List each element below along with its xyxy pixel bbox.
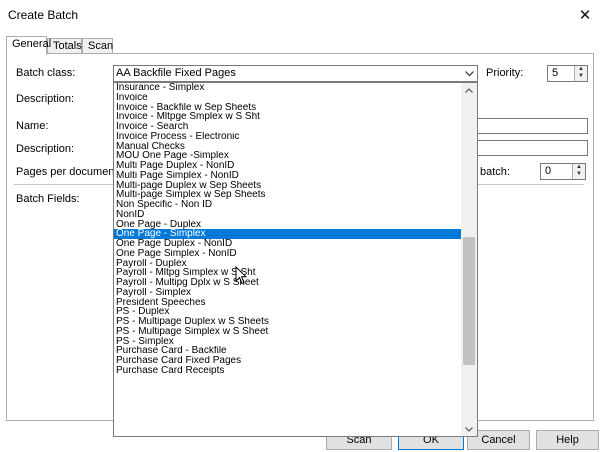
dropdown-item[interactable]: MOU One Page -Simplex xyxy=(114,151,462,161)
dropdown-item[interactable]: Purchase Card Receipts xyxy=(114,366,462,376)
dropdown-item[interactable]: Payroll - Duplex xyxy=(114,259,462,269)
description-label-2: Description: xyxy=(16,143,75,155)
batch-label: batch: xyxy=(480,166,510,178)
dropdown-item[interactable]: Payroll - Multipg Dplx w S Sheet xyxy=(114,278,462,288)
spin-up-icon[interactable]: ▲ xyxy=(575,66,587,73)
dropdown-item[interactable]: Invoice Process - Electronic xyxy=(114,132,462,142)
close-icon: ✕ xyxy=(578,7,592,24)
dropdown-item[interactable]: PS - Duplex xyxy=(114,307,462,317)
priority-spinner[interactable]: 5 ▲ ▼ xyxy=(547,65,588,82)
dropdown-item[interactable]: NonID xyxy=(114,210,462,220)
dropdown-item[interactable]: PS - Multipage Duplex w S Sheets xyxy=(114,317,462,327)
tab-totals[interactable]: Totals xyxy=(47,38,82,54)
dropdown-item[interactable]: Invoice - Search xyxy=(114,122,462,132)
dropdown-item[interactable]: Multi-page Simplex w Sep Sheets xyxy=(114,190,462,200)
dropdown-item[interactable]: One Page - Simplex xyxy=(114,229,462,239)
batch-spinner[interactable]: 0 ▲ ▼ xyxy=(540,163,586,180)
batch-class-dropdown-list[interactable]: Insurance - Simplex Invoice Invoice - Back… xyxy=(113,82,478,437)
dropdown-item[interactable]: One Page Simplex - NonID xyxy=(114,249,462,259)
scrollbar-thumb[interactable] xyxy=(463,237,475,365)
tab-general[interactable]: General xyxy=(6,36,51,55)
name-label: Name: xyxy=(16,120,49,132)
help-button[interactable]: Help xyxy=(536,430,599,450)
dropdown-item[interactable]: Multi Page Simplex - NonID xyxy=(114,171,462,181)
batch-class-value: AA Backfile Fixed Pages xyxy=(116,67,236,79)
scroll-down-icon[interactable] xyxy=(461,422,477,436)
dropdown-item[interactable]: Insurance - Simplex xyxy=(114,83,462,93)
dropdown-item[interactable]: PS - Simplex xyxy=(114,337,462,347)
dropdown-item[interactable]: PS - Multipage Simplex w S Sheet xyxy=(114,327,462,337)
dropdown-item[interactable]: Purchase Card - Backfile xyxy=(114,346,462,356)
spin-up-icon[interactable]: ▲ xyxy=(573,164,585,171)
dropdown-item[interactable]: One Page Duplex - NonID xyxy=(114,239,462,249)
dropdown-item[interactable]: Non Specific - Non ID xyxy=(114,200,462,210)
close-button[interactable]: ✕ xyxy=(570,0,600,30)
description-label-1: Description: xyxy=(16,93,75,105)
dropdown-item[interactable]: Invoice xyxy=(114,93,462,103)
dropdown-item[interactable]: One Page - Duplex xyxy=(114,220,462,230)
dropdown-item[interactable]: Multi Page Duplex - NonID xyxy=(114,161,462,171)
dropdown-scrollbar[interactable] xyxy=(461,83,477,436)
priority-value: 5 xyxy=(552,67,559,79)
dropdown-item[interactable]: Payroll - Simplex xyxy=(114,288,462,298)
batch-class-label: Batch class: xyxy=(16,67,76,79)
dropdown-item[interactable]: Manual Checks xyxy=(114,142,462,152)
priority-label: Priority: xyxy=(486,67,524,79)
dropdown-item[interactable]: Purchase Card Fixed Pages xyxy=(114,356,462,366)
priority-spin-buttons[interactable]: ▲ ▼ xyxy=(574,66,587,81)
dropdown-item[interactable]: Payroll - Mltpg Simplex w S Sht xyxy=(114,268,462,278)
tab-scan[interactable]: Scan xyxy=(82,38,113,54)
batch-fields-label: Batch Fields: xyxy=(16,193,80,205)
dropdown-items: Insurance - Simplex Invoice Invoice - Back… xyxy=(114,83,462,376)
batch-value: 0 xyxy=(545,165,552,177)
dropdown-item[interactable]: Invoice - Backfile w Sep Sheets xyxy=(114,103,462,113)
window-title: Create Batch xyxy=(8,8,79,22)
pages-per-document-label: Pages per document: xyxy=(16,166,121,178)
dropdown-item[interactable]: Multi-page Duplex w Sep Sheets xyxy=(114,181,462,191)
spin-down-icon[interactable]: ▼ xyxy=(575,73,587,80)
spin-down-icon[interactable]: ▼ xyxy=(573,171,585,178)
batch-class-combobox[interactable]: AA Backfile Fixed Pages xyxy=(113,65,478,82)
batch-spin-buttons[interactable]: ▲ ▼ xyxy=(572,164,585,179)
scroll-up-icon[interactable] xyxy=(461,83,477,97)
dropdown-item[interactable]: Invoice - Mltpge Smplex w S Sht xyxy=(114,112,462,122)
dropdown-item[interactable]: President Speeches xyxy=(114,298,462,308)
mouse-cursor-icon xyxy=(235,265,248,288)
name-input[interactable] xyxy=(477,118,588,134)
title-bar: Create Batch ✕ xyxy=(0,0,600,30)
chevron-down-icon[interactable] xyxy=(463,67,475,80)
description-input[interactable] xyxy=(477,140,588,156)
